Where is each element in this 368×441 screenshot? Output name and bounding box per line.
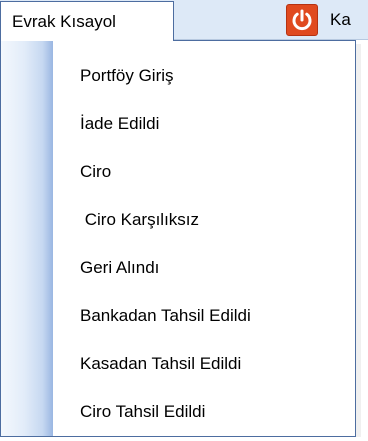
power-button[interactable]	[286, 4, 318, 36]
menu-item-ciro[interactable]: Ciro	[53, 150, 355, 194]
menu-item-ciro-tahsil-edildi[interactable]: Ciro Tahsil Edildi	[53, 390, 355, 434]
menu-item-label: Ciro	[80, 162, 112, 181]
menu-item-label: Portföy Giriş	[80, 66, 174, 85]
menu-item-iade-edildi[interactable]: İade Edildi	[53, 102, 355, 146]
menu-item-label: İade Edildi	[80, 114, 160, 133]
dropdown-menu: Portföy Giriş İade Edildi Ciro Ciro Karş…	[0, 40, 356, 437]
menu-item-label: Kasadan Tahsil Edildi	[80, 354, 242, 373]
menu-item-portfoy-giris[interactable]: Portföy Giriş	[53, 54, 355, 98]
menu-item-ciro-karsiliksiz[interactable]: Ciro Karşılıksız	[53, 198, 355, 242]
menu-item-label: Ciro Karşılıksız	[80, 210, 200, 229]
menu-item-kasadan-tahsil-edildi[interactable]: Kasadan Tahsil Edildi	[53, 342, 355, 386]
power-icon	[292, 9, 312, 31]
dropdown-icon-gutter	[1, 41, 53, 436]
menu-item-evrak-kisayol[interactable]: Evrak Kısayol	[0, 1, 174, 41]
menu-item-label: Bankadan Tahsil Edildi	[80, 306, 251, 325]
menu-item-label: Ciro Tahsil Edildi	[80, 402, 206, 421]
menu-item-geri-alindi[interactable]: Geri Alındı	[53, 246, 355, 290]
menu-item-bankadan-tahsil-edildi[interactable]: Bankadan Tahsil Edildi	[53, 294, 355, 338]
menu-item-next[interactable]: Ka	[330, 10, 351, 30]
dropdown-shadow	[356, 44, 361, 437]
menu-item-label: Geri Alındı	[80, 258, 160, 277]
menu-item-label: Evrak Kısayol	[12, 12, 116, 31]
page-bottom	[0, 437, 368, 441]
